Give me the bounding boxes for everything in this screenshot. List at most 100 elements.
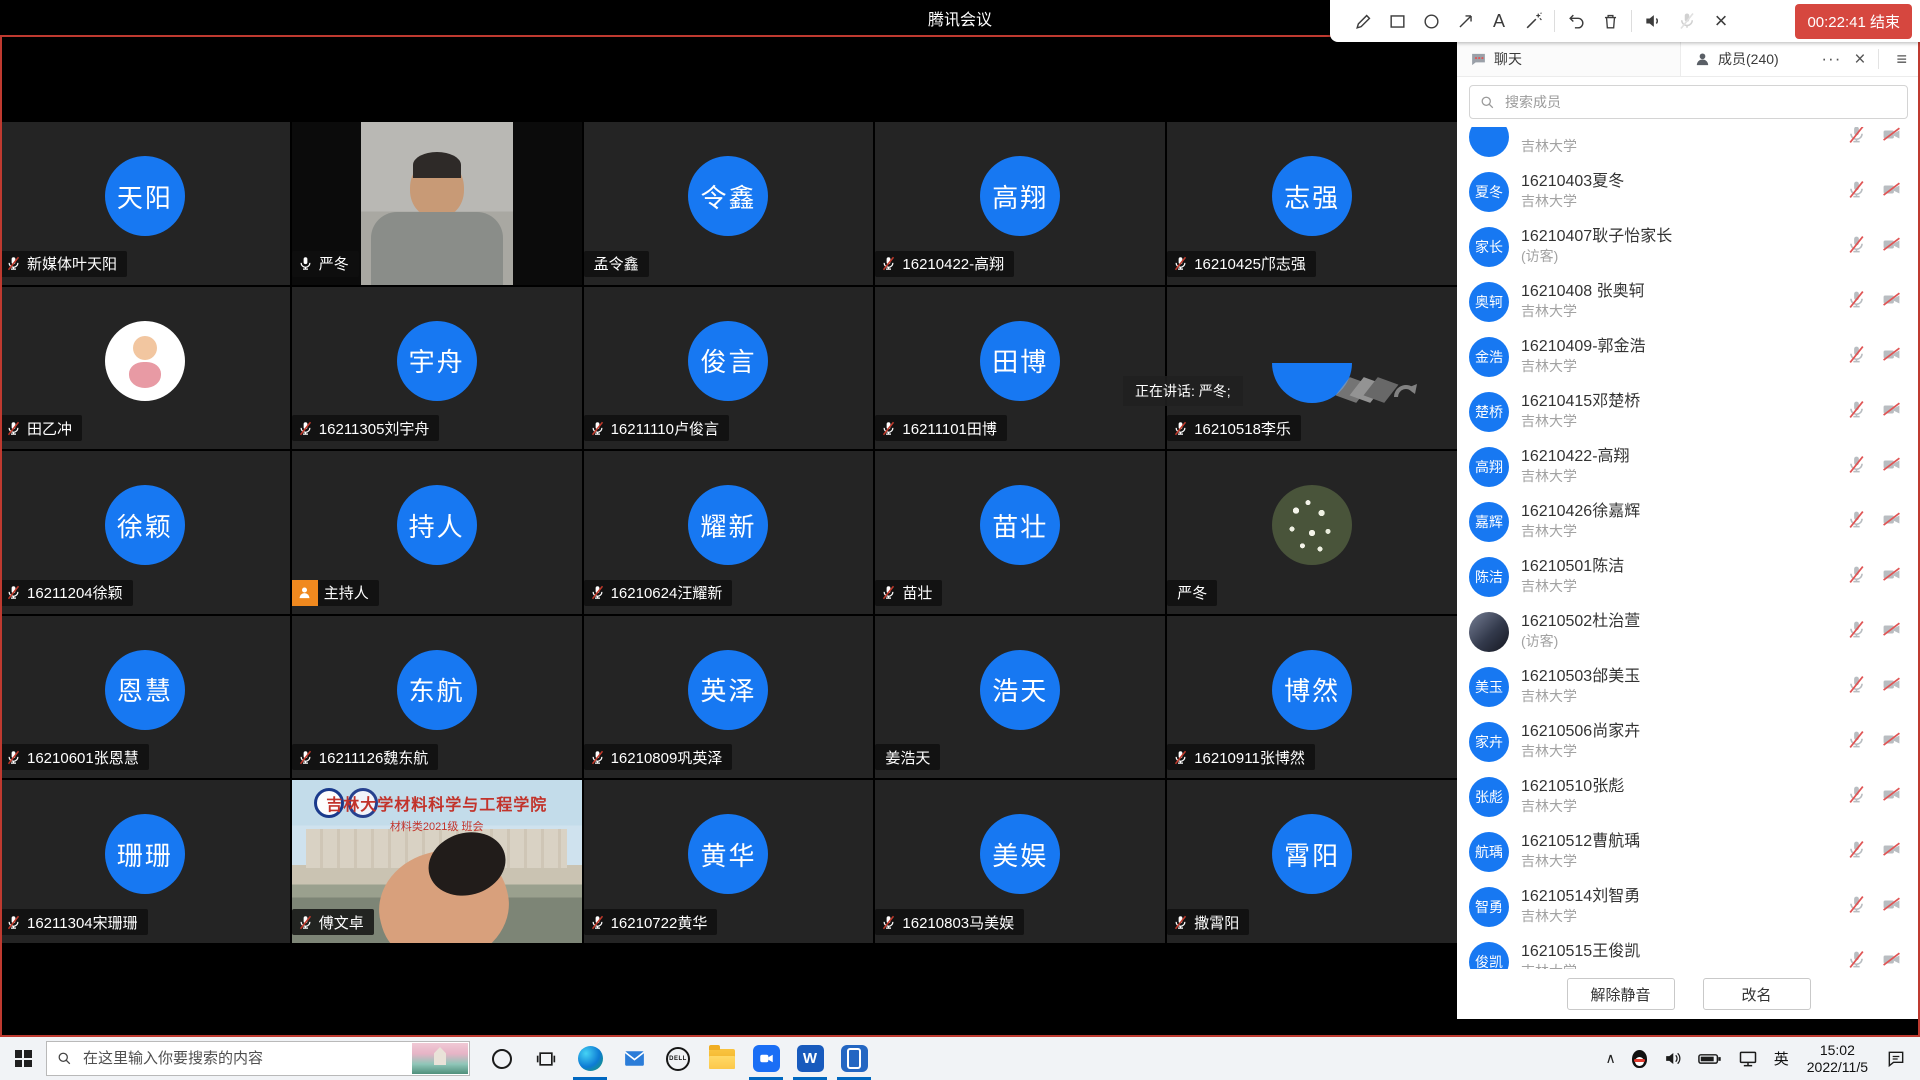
member-mic-muted-icon[interactable] <box>1847 785 1866 809</box>
start-button[interactable] <box>0 1037 46 1080</box>
search-highlight-image[interactable] <box>412 1043 468 1074</box>
member-row[interactable]: 张彪 16210510张彪 吉林大学 <box>1469 769 1908 824</box>
mail-icon[interactable] <box>612 1037 656 1080</box>
video-tile[interactable]: 宇舟 <box>292 287 582 450</box>
member-row[interactable]: 美玉 16210503邰美玉 吉林大学 <box>1469 659 1908 714</box>
taskbar-clock[interactable]: 15:02 2022/11/5 <box>1797 1042 1878 1076</box>
your-phone-icon[interactable] <box>832 1037 876 1080</box>
qq-icon[interactable] <box>1624 1037 1655 1080</box>
member-camera-off-icon[interactable] <box>1881 730 1902 754</box>
member-mic-muted-icon[interactable] <box>1847 620 1866 644</box>
video-tile[interactable]: 志强 <box>1167 122 1457 285</box>
member-camera-off-icon[interactable] <box>1881 510 1902 534</box>
network-icon[interactable] <box>1730 1037 1766 1080</box>
edge-browser-icon[interactable] <box>568 1037 612 1080</box>
member-camera-off-icon[interactable] <box>1881 180 1902 204</box>
video-tile[interactable]: 16210518李乐 <box>1167 287 1457 450</box>
member-camera-off-icon[interactable] <box>1881 895 1902 919</box>
file-explorer-icon[interactable] <box>700 1037 744 1080</box>
close-panel-icon[interactable]: × <box>1854 50 1865 69</box>
tab-members[interactable]: 成员(240) <box>1681 42 1812 76</box>
speaker-icon[interactable] <box>1636 4 1670 38</box>
dell-icon[interactable]: DELL <box>656 1037 700 1080</box>
member-row[interactable]: 家长 16210407耿子怡家长 (访客) <box>1469 219 1908 274</box>
member-row[interactable]: 楚桥 16210415邓楚桥 吉林大学 <box>1469 384 1908 439</box>
video-tile[interactable]: 田乙冲 <box>0 287 290 450</box>
video-tile[interactable]: 博然 <box>1167 616 1457 779</box>
ellipse-icon[interactable] <box>1414 4 1448 38</box>
video-tile[interactable]: 严冬 <box>292 122 582 285</box>
video-tile[interactable]: 恩慧 <box>0 616 290 779</box>
close-toolbar-icon[interactable]: × <box>1704 4 1738 38</box>
member-camera-off-icon[interactable] <box>1881 127 1902 149</box>
member-row[interactable]: 夏冬 16210403夏冬 吉林大学 <box>1469 164 1908 219</box>
video-tile[interactable]: 苗壮 <box>875 451 1165 614</box>
video-tile[interactable]: 俊言 <box>584 287 874 450</box>
member-row[interactable]: 家卉 16210506尚家卉 吉林大学 <box>1469 714 1908 769</box>
cortana-icon[interactable] <box>480 1037 524 1080</box>
notifications-icon[interactable] <box>1878 1037 1914 1080</box>
tray-expand-icon[interactable]: ∧ <box>1597 1037 1623 1080</box>
video-tile[interactable]: 黄华 <box>584 780 874 943</box>
microphone-off-icon[interactable] <box>1670 4 1704 38</box>
video-tile[interactable]: 霄阳 <box>1167 780 1457 943</box>
member-row[interactable]: 奥轲 16210408 张奥轲 吉林大学 <box>1469 274 1908 329</box>
video-tile[interactable]: 英泽 <box>584 616 874 779</box>
member-camera-off-icon[interactable] <box>1881 840 1902 864</box>
member-row[interactable]: 俊凯 16210515王俊凯 吉林大学 <box>1469 934 1908 969</box>
member-mic-muted-icon[interactable] <box>1847 235 1866 259</box>
video-tile[interactable]: 天阳 <box>0 122 290 285</box>
member-camera-off-icon[interactable] <box>1881 620 1902 644</box>
tab-chat[interactable]: 聊天 <box>1457 42 1681 76</box>
taskbar-search-input[interactable] <box>81 1049 459 1068</box>
battery-icon[interactable] <box>1690 1037 1730 1080</box>
member-camera-off-icon[interactable] <box>1881 235 1902 259</box>
member-mic-muted-icon[interactable] <box>1847 675 1866 699</box>
rectangle-icon[interactable] <box>1380 4 1414 38</box>
delete-annotation-icon[interactable] <box>1593 4 1627 38</box>
member-row[interactable]: 嘉辉 16210426徐嘉辉 吉林大学 <box>1469 494 1908 549</box>
member-mic-muted-icon[interactable] <box>1847 180 1866 204</box>
member-row[interactable]: 高翔 16210422-高翔 吉林大学 <box>1469 439 1908 494</box>
video-tile[interactable]: 东航 <box>292 616 582 779</box>
video-tile[interactable]: 吉林大学材料科学与工程学院 材料类2021级 班会 <box>292 780 582 943</box>
undo-icon[interactable] <box>1559 4 1593 38</box>
member-row[interactable]: 陈洁 16210501陈洁 吉林大学 <box>1469 549 1908 604</box>
ime-indicator[interactable]: 英 <box>1766 1037 1797 1080</box>
member-mic-muted-icon[interactable] <box>1847 950 1866 970</box>
member-row[interactable]: 吉林大学 <box>1469 127 1908 164</box>
member-camera-off-icon[interactable] <box>1881 455 1902 479</box>
member-mic-muted-icon[interactable] <box>1847 400 1866 424</box>
video-tile[interactable]: 高翔 <box>875 122 1165 285</box>
member-mic-muted-icon[interactable] <box>1847 895 1866 919</box>
member-row[interactable]: 智勇 16210514刘智勇 吉林大学 <box>1469 879 1908 934</box>
meeting-timer-end-button[interactable]: 00:22:41 结束 <box>1795 4 1912 39</box>
member-mic-muted-icon[interactable] <box>1847 510 1866 534</box>
member-mic-muted-icon[interactable] <box>1847 840 1866 864</box>
volume-icon[interactable] <box>1655 1037 1690 1080</box>
video-tile[interactable]: 田博 <box>875 287 1165 450</box>
tencent-meeting-icon[interactable] <box>744 1037 788 1080</box>
member-mic-muted-icon[interactable] <box>1847 290 1866 314</box>
taskbar-search[interactable] <box>46 1041 470 1076</box>
member-row[interactable]: 航瑀 16210512曹航瑀 吉林大学 <box>1469 824 1908 879</box>
video-tile[interactable]: 珊珊 <box>0 780 290 943</box>
more-options-icon[interactable]: ··· <box>1821 49 1841 69</box>
member-mic-muted-icon[interactable] <box>1847 127 1866 149</box>
member-camera-off-icon[interactable] <box>1881 400 1902 424</box>
member-mic-muted-icon[interactable] <box>1847 455 1866 479</box>
laser-pointer-icon[interactable] <box>1516 4 1550 38</box>
text-tool-icon[interactable]: A <box>1482 4 1516 38</box>
member-search-input[interactable] <box>1503 93 1897 111</box>
video-tile[interactable]: 美娱 <box>875 780 1165 943</box>
member-camera-off-icon[interactable] <box>1881 290 1902 314</box>
pencil-icon[interactable] <box>1346 4 1380 38</box>
member-camera-off-icon[interactable] <box>1881 950 1902 970</box>
member-mic-muted-icon[interactable] <box>1847 345 1866 369</box>
task-view-icon[interactable] <box>524 1037 568 1080</box>
member-row[interactable]: 金浩 16210409-郭金浩 吉林大学 <box>1469 329 1908 384</box>
video-tile[interactable]: 徐颖 <box>0 451 290 614</box>
member-camera-off-icon[interactable] <box>1881 785 1902 809</box>
video-tile[interactable]: 严冬 <box>1167 451 1457 614</box>
video-tile[interactable]: 耀新 <box>584 451 874 614</box>
